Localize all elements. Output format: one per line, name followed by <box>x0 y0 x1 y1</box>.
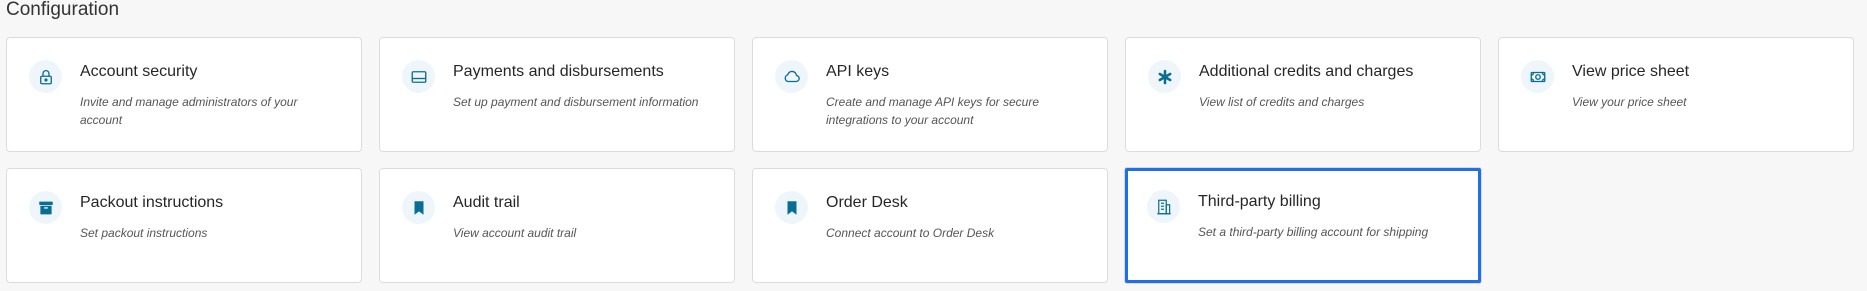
card-description: Set packout instructions <box>80 226 208 240</box>
card-packout-instructions[interactable]: Packout instructions Set packout instruc… <box>6 168 362 283</box>
card-account-security[interactable]: Account security Invite and manage admin… <box>6 37 362 152</box>
card-title: Additional credits and charges <box>1199 63 1414 80</box>
card-title: Packout instructions <box>80 194 224 211</box>
card-title: Payments and disbursements <box>453 63 664 80</box>
card-title: Order Desk <box>826 194 908 211</box>
card-description: Invite and manage administrators of your… <box>80 95 298 127</box>
card-title: View price sheet <box>1572 63 1690 80</box>
card-title: Audit trail <box>453 194 520 211</box>
card-description: View list of credits and charges <box>1199 95 1365 109</box>
card-description: Set a third-party billing account for sh… <box>1198 225 1429 239</box>
card-title: Third-party billing <box>1198 193 1321 210</box>
card-additional-credits-and-charges[interactable]: Additional credits and charges View list… <box>1125 37 1481 152</box>
bookmark-icon <box>402 191 435 224</box>
card-description: Connect account to Order Desk <box>826 226 995 240</box>
card-description: Create and manage API keys for secure in… <box>826 95 1039 127</box>
box-icon <box>29 191 62 224</box>
money-icon <box>1521 60 1554 93</box>
card-description: View account audit trail <box>453 226 577 240</box>
card-api-keys[interactable]: API keys Create and manage API keys for … <box>752 37 1108 152</box>
card-view-price-sheet[interactable]: View price sheet View your price sheet <box>1498 37 1854 152</box>
card-audit-trail[interactable]: Audit trail View account audit trail <box>379 168 735 283</box>
credit-card-icon <box>402 60 435 93</box>
page-title: Configuration <box>6 0 120 20</box>
card-order-desk[interactable]: Order Desk Connect account to Order Desk <box>752 168 1108 283</box>
card-description: View your price sheet <box>1572 95 1687 109</box>
bookmark-icon <box>775 191 808 224</box>
cloud-icon <box>775 60 808 93</box>
building-icon <box>1147 190 1180 223</box>
card-payments-and-disbursements[interactable]: Payments and disbursements Set up paymen… <box>379 37 735 152</box>
lock-icon <box>29 60 62 93</box>
card-third-party-billing[interactable]: Third-party billing Set a third-party bi… <box>1125 168 1481 283</box>
card-description: Set up payment and disbursement informat… <box>453 95 699 109</box>
card-title: API keys <box>826 63 890 80</box>
asterisk-icon <box>1148 60 1181 93</box>
card-title: Account security <box>80 63 198 80</box>
